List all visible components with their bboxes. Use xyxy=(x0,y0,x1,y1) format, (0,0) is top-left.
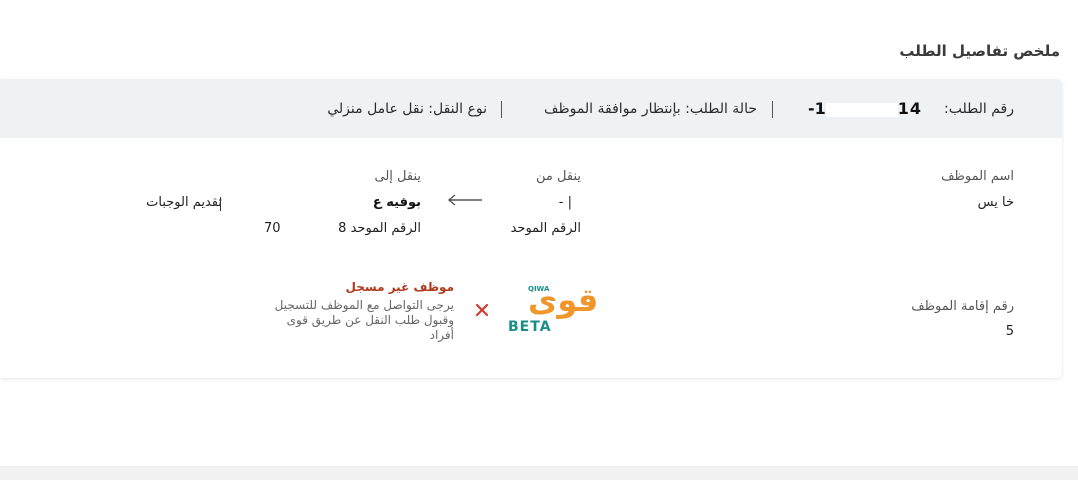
transfer-to-unified: الرقم الموحد 8 xyxy=(338,221,421,236)
header-separator xyxy=(501,101,502,118)
transfer-to-label: ينقل إلى xyxy=(374,169,421,184)
request-number-label: رقم الطلب: xyxy=(944,101,1014,117)
transfer-to-separator xyxy=(220,197,221,211)
unregistered-employee-message: يرجى التواصل مع الموظف للتسجيل وقبول طلب… xyxy=(275,298,454,343)
summary-header: رقم الطلب: 141- حالة الطلب: بإنتظار مواف… xyxy=(0,79,1062,138)
transfer-to-activity: تقديم الوجبات xyxy=(146,195,222,210)
header-separator xyxy=(772,101,773,118)
page-title: ملخص تفاصيل الطلب xyxy=(899,42,1060,60)
transfer-to-name: بوفيه ع xyxy=(372,195,421,210)
request-number-value: 141- xyxy=(807,99,922,118)
transfer-from-label: ينقل من xyxy=(536,169,581,184)
qiwa-logo-text: قوى xyxy=(528,281,599,319)
transfer-from-unified-label: الرقم الموحد xyxy=(510,221,581,236)
request-status: حالة الطلب: بإنتظار موافقة الموظف xyxy=(543,101,757,117)
employee-name-label: اسم الموظف xyxy=(941,169,1014,184)
employee-iqama-label: رقم إقامة الموظف xyxy=(911,299,1014,314)
beta-badge: BETA xyxy=(508,319,552,335)
employee-iqama-value: 5 xyxy=(1005,324,1014,339)
warning-line: يرجى التواصل مع الموظف للتسجيل xyxy=(274,298,454,312)
employee-name-value: خا يس xyxy=(977,195,1014,210)
transfer-type: نوع النقل: نقل عامل منزلي xyxy=(327,101,487,117)
transfer-from-value: | - xyxy=(558,195,572,210)
arrow-left-icon xyxy=(447,194,482,206)
page-footer-band xyxy=(0,466,1078,480)
unregistered-employee-title: موظف غير مسجل xyxy=(345,280,454,294)
qiwa-logo: QIWA قوى BETA xyxy=(506,279,598,337)
transfer-to-unified-tail: 70 xyxy=(264,221,281,236)
warning-line: أفراد xyxy=(429,328,454,342)
request-summary-card: رقم الطلب: 141- حالة الطلب: بإنتظار مواف… xyxy=(0,79,1062,378)
warning-line: وقبول طلب النقل عن طريق قوى xyxy=(286,313,454,327)
x-icon xyxy=(475,303,489,317)
